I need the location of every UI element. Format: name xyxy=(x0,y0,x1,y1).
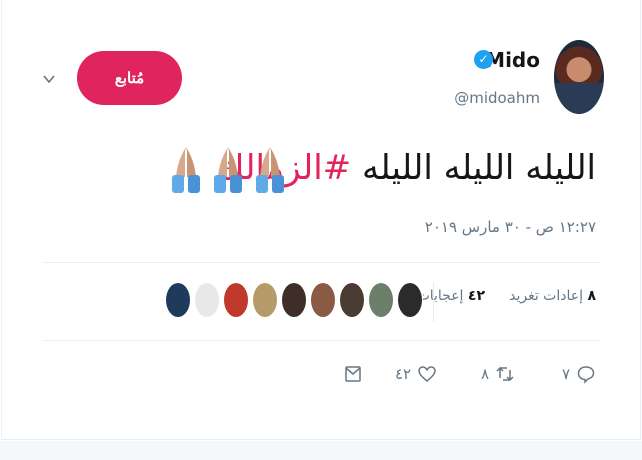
liker-avatar[interactable] xyxy=(223,282,249,318)
emoji-group xyxy=(168,139,290,197)
likes-label: إعجابات xyxy=(416,288,464,304)
liker-avatar[interactable] xyxy=(397,282,423,318)
retweet-action[interactable]: ٨ xyxy=(481,364,515,384)
liker-avatar[interactable] xyxy=(281,282,307,318)
liker-avatar[interactable] xyxy=(252,282,278,318)
tweet-card: Mido ✓ @midoahm مُتابع الليله الليله الل… xyxy=(1,0,641,440)
liker-avatar[interactable] xyxy=(339,282,365,318)
reply-icon[interactable] xyxy=(576,364,596,384)
stats-separator xyxy=(433,282,434,322)
chevron-down-icon[interactable] xyxy=(42,72,56,86)
like-action[interactable]: ٤٢ xyxy=(395,364,437,384)
likers-avatars xyxy=(165,282,423,318)
divider xyxy=(43,262,601,263)
envelope-icon[interactable] xyxy=(343,364,363,384)
like-count: ٤٢ xyxy=(395,365,412,383)
display-name[interactable]: Mido xyxy=(485,48,540,72)
reply-action[interactable]: ٧ xyxy=(562,364,596,384)
page-footer-strip xyxy=(0,441,642,460)
liker-avatar[interactable] xyxy=(310,282,336,318)
likes-count: ٤٢ xyxy=(467,288,485,304)
message-action[interactable] xyxy=(343,364,363,384)
handle[interactable]: @midoahm xyxy=(454,89,540,107)
verified-icon: ✓ xyxy=(474,50,493,69)
retweets-stat[interactable]: ٨ إعادات تغريد xyxy=(509,288,596,304)
liker-avatar[interactable] xyxy=(368,282,394,318)
heart-icon[interactable] xyxy=(417,364,437,384)
liker-avatar[interactable] xyxy=(194,282,220,318)
liker-avatar[interactable] xyxy=(165,282,191,318)
tweet-text-body: الليله الليله الليله xyxy=(351,148,596,188)
folded-hands-emoji xyxy=(214,147,242,193)
retweets-label: إعادات تغريد xyxy=(509,288,583,304)
retweet-count: ٨ xyxy=(481,365,490,383)
retweet-icon[interactable] xyxy=(495,364,515,384)
avatar[interactable] xyxy=(554,40,604,114)
folded-hands-emoji xyxy=(256,147,284,193)
likes-stat[interactable]: ٤٢ إعجابات xyxy=(417,288,485,304)
timestamp[interactable]: ١٢:٢٧ ص - ٣٠ مارس ٢٠١٩ xyxy=(425,218,596,236)
folded-hands-emoji xyxy=(172,147,200,193)
divider xyxy=(43,340,601,341)
follow-button[interactable]: مُتابع xyxy=(77,51,182,105)
retweets-count: ٨ xyxy=(587,288,596,304)
reply-count: ٧ xyxy=(562,365,571,383)
